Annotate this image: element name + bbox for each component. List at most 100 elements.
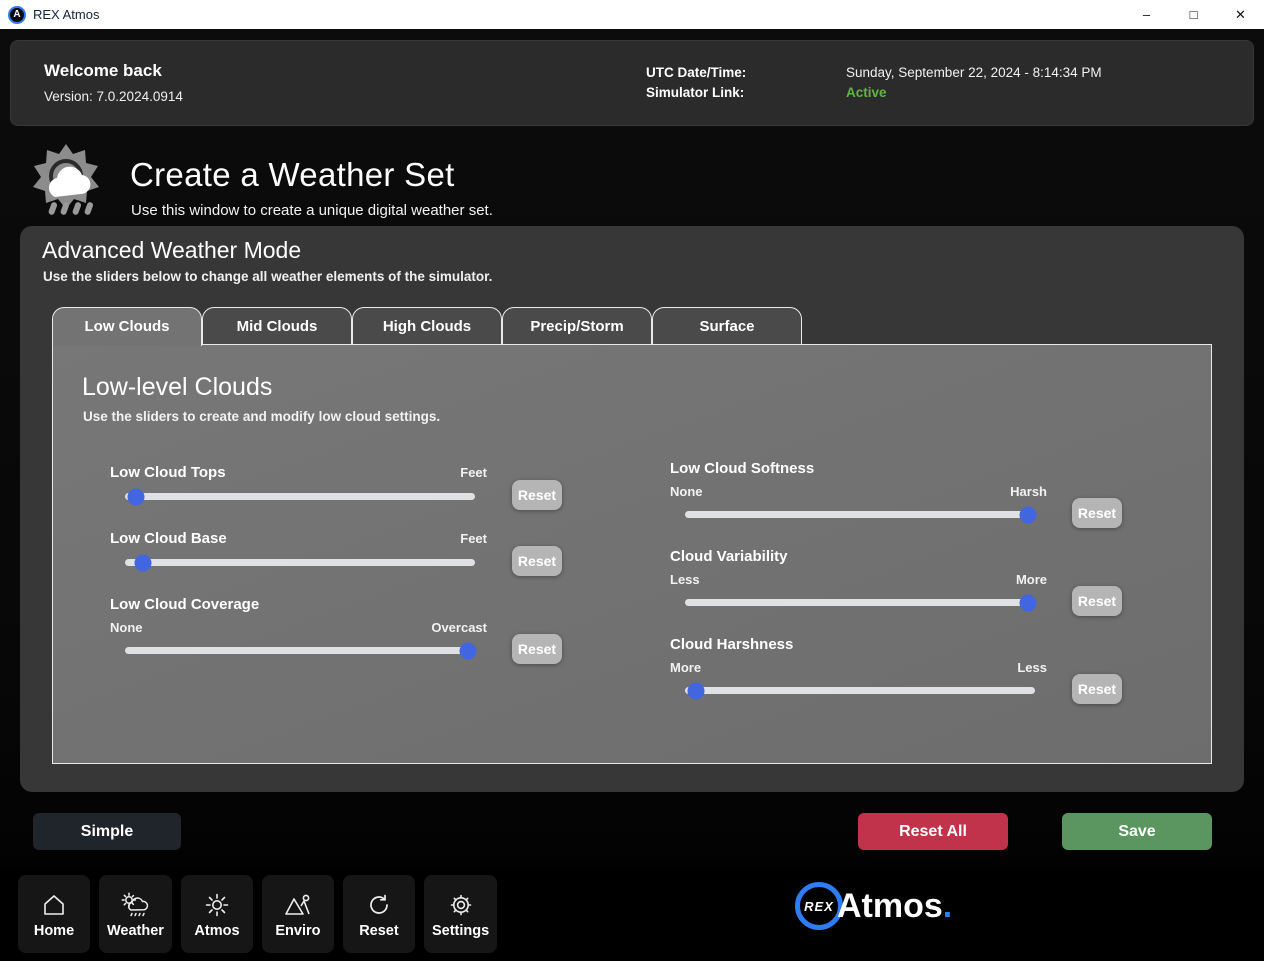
mountain-icon [284,890,312,920]
nav-tiles: Home Weather [18,875,497,953]
low-clouds-panel: Low-level Clouds Use the sliders to crea… [52,344,1212,764]
reset-cloud-variability-button[interactable]: Reset [1072,586,1122,616]
weather-set-icon [28,142,116,222]
sliders-right-column: Low Cloud Softness None Harsh Reset [670,460,1122,724]
rex-atmos-logo: REX Atmos . [795,882,952,930]
reset-low-cloud-base-button[interactable]: Reset [512,546,562,576]
simulator-link-status: Active [846,85,887,100]
tab-surface[interactable]: Surface [652,307,802,344]
slider-label: Cloud Harshness [670,636,793,653]
low-cloud-softness-slider[interactable] [685,511,1035,518]
nav-label: Home [34,923,74,939]
slider-thumb[interactable] [134,554,151,571]
window-controls: – □ ✕ [1123,0,1264,29]
advanced-mode-title: Advanced Weather Mode [42,237,301,264]
app-window: A REX Atmos – □ ✕ Welcome back Version: … [0,0,1264,961]
slider-label: Low Cloud Tops [110,464,226,481]
minimize-button[interactable]: – [1123,0,1170,29]
utc-label: UTC Date/Time: [646,65,746,80]
reset-all-button[interactable]: Reset All [858,813,1008,850]
slider-min-label: Less [670,572,700,587]
reset-low-cloud-tops-button[interactable]: Reset [512,480,562,510]
save-button[interactable]: Save [1062,813,1212,850]
simple-mode-button[interactable]: Simple [33,813,181,850]
slider-label: Low Cloud Softness [670,460,814,477]
home-icon [41,890,67,920]
atmos-logo-dot: . [943,887,952,926]
low-cloud-coverage-slider[interactable] [125,647,475,654]
utc-value: Sunday, September 22, 2024 - 8:14:34 PM [846,65,1102,80]
version-text: Version: 7.0.2024.0914 [44,89,183,104]
nav-settings[interactable]: Settings [424,875,497,953]
sun-icon [204,890,230,920]
nav-label: Enviro [275,923,320,939]
nav-enviro[interactable]: Enviro [262,875,334,953]
low-cloud-base-slider[interactable] [125,559,475,566]
nav-label: Atmos [194,923,239,939]
reset-low-cloud-softness-button[interactable]: Reset [1072,498,1122,528]
gear-icon [448,890,474,920]
window-title: REX Atmos [33,7,99,22]
slider-row-low-cloud-base: Low Cloud Base Feet Reset [110,530,562,571]
page-title: Create a Weather Set [130,156,455,194]
slider-thumb[interactable] [127,488,144,505]
slider-unit: Feet [460,465,487,480]
rex-logo-ring: REX [795,882,843,930]
cloud-tabs: Low Clouds Mid Clouds High Clouds Precip… [52,307,802,344]
slider-row-low-cloud-coverage: Low Cloud Coverage None Overcast Reset [110,596,562,659]
nav-home[interactable]: Home [18,875,90,953]
slider-min-label: More [670,660,701,675]
bottom-navbar: Home Weather [0,868,1264,961]
nav-reset[interactable]: Reset [343,875,415,953]
slider-label: Low Cloud Coverage [110,596,259,613]
window-titlebar: A REX Atmos – □ ✕ [0,0,1264,29]
slider-label: Low Cloud Base [110,530,227,547]
slider-unit: Feet [460,531,487,546]
tab-high-clouds[interactable]: High Clouds [352,307,502,344]
reset-low-cloud-coverage-button[interactable]: Reset [512,634,562,664]
slider-row-cloud-harshness: Cloud Harshness More Less Reset [670,636,1122,699]
slider-thumb[interactable] [687,682,704,699]
page-subtitle: Use this window to create a unique digit… [131,202,493,219]
slider-row-low-cloud-softness: Low Cloud Softness None Harsh Reset [670,460,1122,523]
slider-row-low-cloud-tops: Low Cloud Tops Feet Reset [110,464,562,505]
nav-atmos[interactable]: Atmos [181,875,253,953]
slider-row-cloud-variability: Cloud Variability Less More Reset [670,548,1122,611]
panel-subtitle: Use the sliders to create and modify low… [83,409,440,424]
rex-logo-text: REX [804,899,834,914]
slider-thumb[interactable] [1020,506,1037,523]
status-header-card: Welcome back Version: 7.0.2024.0914 UTC … [10,40,1254,126]
refresh-icon [366,890,392,920]
simulator-link-label: Simulator Link: [646,85,744,100]
app-logo-icon: A [8,6,26,24]
slider-max-label: Less [1017,660,1047,675]
atmos-logo-text: Atmos [837,887,943,926]
app-body: Welcome back Version: 7.0.2024.0914 UTC … [0,29,1264,961]
nav-label: Weather [107,923,164,939]
cloud-variability-slider[interactable] [685,599,1035,606]
welcome-text: Welcome back [44,61,162,81]
close-button[interactable]: ✕ [1217,0,1264,29]
tab-low-clouds[interactable]: Low Clouds [52,307,202,346]
slider-max-label: Harsh [1010,484,1047,499]
nav-weather[interactable]: Weather [99,875,172,953]
slider-max-label: Overcast [431,620,487,635]
tab-mid-clouds[interactable]: Mid Clouds [202,307,352,344]
reset-cloud-harshness-button[interactable]: Reset [1072,674,1122,704]
maximize-button[interactable]: □ [1170,0,1217,29]
slider-max-label: More [1016,572,1047,587]
cloud-harshness-slider[interactable] [685,687,1035,694]
panel-title: Low-level Clouds [82,373,272,402]
slider-thumb[interactable] [1020,594,1037,611]
nav-label: Reset [359,923,399,939]
nav-label: Settings [432,923,489,939]
slider-min-label: None [110,620,143,635]
slider-label: Cloud Variability [670,548,788,565]
slider-min-label: None [670,484,703,499]
low-cloud-tops-slider[interactable] [125,493,475,500]
advanced-weather-card: Advanced Weather Mode Use the sliders be… [20,226,1244,792]
tab-precip-storm[interactable]: Precip/Storm [502,307,652,344]
weather-cloud-gear-icon [121,890,149,920]
advanced-mode-subtitle: Use the sliders below to change all weat… [43,269,492,284]
slider-thumb[interactable] [460,642,477,659]
